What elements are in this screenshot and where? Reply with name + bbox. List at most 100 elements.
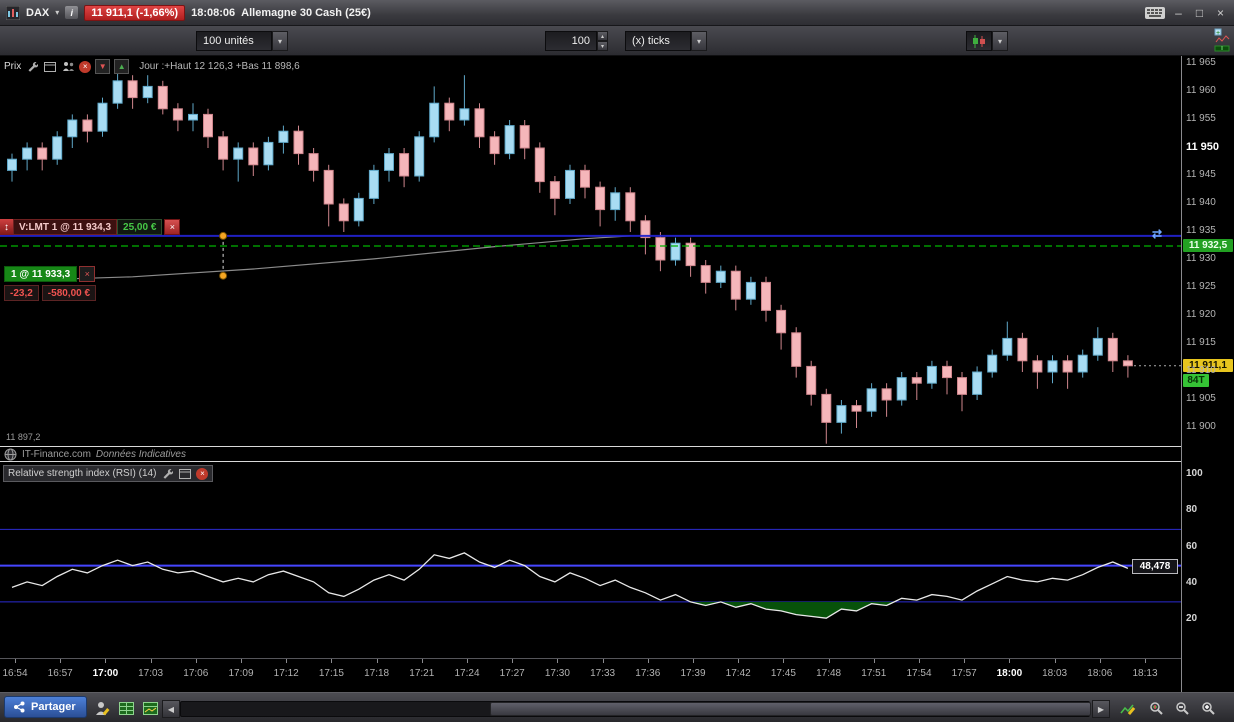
- symbol-selector[interactable]: DAX: [26, 7, 49, 19]
- share-button-label: Partager: [31, 701, 76, 713]
- sell-order-icon[interactable]: ▼: [95, 59, 111, 74]
- zoom-reset-button[interactable]: [1146, 698, 1166, 718]
- price-tick-label: 11 955: [1186, 113, 1216, 124]
- wrench-icon[interactable]: [25, 60, 39, 73]
- order-label[interactable]: V:LMT 1 @ 11 934,3: [13, 219, 118, 235]
- chart-style-dropdown-icon[interactable]: ▾: [992, 31, 1008, 51]
- time-tick: [1099, 659, 1101, 663]
- share-button[interactable]: Partager: [4, 696, 87, 718]
- time-tick: [150, 659, 152, 663]
- orders-table-button[interactable]: [116, 698, 136, 718]
- interval-type-select[interactable]: (x) ticks: [625, 31, 691, 51]
- draw-chart-button[interactable]: [1118, 698, 1138, 718]
- time-tick-label: 17:54: [906, 668, 932, 679]
- watermark-note: Données Indicatives: [95, 449, 186, 460]
- bottom-toolbar: Partager ◀ ▶: [0, 692, 1234, 722]
- pnl-amount: -580,00 €: [41, 285, 97, 301]
- close-pane-icon[interactable]: ×: [79, 60, 92, 73]
- price-tick-label: 11 950: [1186, 141, 1220, 153]
- time-tick-label: 18:00: [996, 668, 1023, 679]
- time-tick: [15, 659, 16, 663]
- pane-window-icon[interactable]: [43, 60, 57, 73]
- close-position-button[interactable]: ×: [79, 266, 96, 282]
- rsi-tick-label: 60: [1186, 540, 1198, 552]
- time-tick: [105, 659, 107, 663]
- scroll-left-button[interactable]: ◀: [162, 700, 180, 718]
- time-axis[interactable]: 16:54 16:57 17:00 17:03 17:06 17:09 17:12 17:15…: [0, 658, 1181, 692]
- magnifier-arrows-icon: [1149, 701, 1163, 715]
- rsi-tick-label: 20: [1186, 613, 1198, 624]
- time-tick-label: 17:15: [318, 668, 344, 679]
- units-dropdown-icon[interactable]: ▾: [272, 31, 288, 51]
- zoom-in-button[interactable]: [1198, 698, 1218, 718]
- positions-table-button[interactable]: [140, 698, 160, 718]
- order-line-marker-icon[interactable]: ⇄: [1152, 227, 1162, 241]
- scroll-right-button[interactable]: ▶: [1092, 700, 1110, 718]
- rsi-value-badge: 48,478: [1132, 559, 1178, 575]
- time-tick-label: 17:27: [499, 668, 525, 679]
- time-tick-label: 17:30: [544, 668, 570, 679]
- price-tick-label: 11 965: [1186, 57, 1216, 68]
- cancel-order-button[interactable]: ×: [164, 219, 181, 235]
- rsi-window-icon[interactable]: [178, 467, 192, 480]
- interval-value-input[interactable]: 100: [545, 31, 597, 51]
- chart-window-icon: [6, 5, 20, 20]
- price-tick-label: 11 920: [1186, 309, 1216, 320]
- price-pane-header: Prix × ▼ ▲ Jour :+Haut 12 126,3 +Bas 11 …: [4, 59, 300, 74]
- magnifier-plus-icon: [1201, 701, 1215, 715]
- stepper-up-icon[interactable]: ▴: [597, 31, 608, 41]
- time-tick-label: 17:39: [680, 668, 706, 679]
- position-price-badge: 11 932,5: [1183, 239, 1233, 252]
- price-change-badge: 11 911,1 (-1,66%): [84, 4, 186, 21]
- time-tick-label: 17:21: [409, 668, 435, 679]
- price-axis[interactable]: 11 911,1 84T 11 932,5 11 965 11 960 11 955…: [1181, 56, 1234, 692]
- minimize-button[interactable]: –: [1171, 0, 1186, 26]
- time-tick: [919, 659, 920, 663]
- time-tick: [331, 659, 333, 663]
- price-tick-label: 11 940: [1186, 197, 1216, 208]
- scrollbar-thumb[interactable]: [489, 702, 1091, 716]
- table-chart-icon: [142, 701, 158, 715]
- time-tick: [1009, 659, 1011, 663]
- time-tick-label: 17:09: [228, 668, 254, 679]
- time-tick: [964, 659, 966, 663]
- position-tag: 1 @ 11 933,3 ×: [4, 266, 96, 282]
- mini-indicator-button[interactable]: + ll: [1214, 28, 1230, 52]
- order-drag-grip-icon[interactable]: ↕: [0, 219, 13, 235]
- time-tick-label: 17:00: [92, 668, 119, 679]
- rsi-chart-canvas[interactable]: [0, 462, 1181, 658]
- stepper-down-icon[interactable]: ▾: [597, 41, 608, 51]
- session-low-label: 11 897,2: [6, 432, 41, 442]
- time-tick-label: 17:12: [273, 668, 299, 679]
- close-button[interactable]: ×: [1213, 0, 1228, 26]
- units-select[interactable]: 100 unités: [196, 31, 272, 51]
- traders-icon[interactable]: [61, 60, 75, 73]
- rsi-close-icon[interactable]: ×: [196, 467, 209, 480]
- chart-style-button[interactable]: [966, 31, 992, 51]
- price-tick-label: 11 930: [1186, 253, 1216, 264]
- position-label[interactable]: 1 @ 11 933,3: [4, 266, 78, 282]
- price-tick-label: 11 910: [1186, 365, 1216, 376]
- info-icon[interactable]: i: [65, 6, 79, 19]
- rsi-wrench-icon[interactable]: [160, 467, 174, 480]
- trader-profile-button[interactable]: [92, 698, 112, 718]
- interval-type-dropdown-icon[interactable]: ▾: [691, 31, 707, 51]
- time-tick-label: 17:06: [183, 668, 209, 679]
- zoom-out-button[interactable]: [1172, 698, 1192, 718]
- price-tick-label: 11 960: [1186, 85, 1216, 96]
- maximize-button[interactable]: □: [1192, 0, 1207, 26]
- time-tick-label: 17:18: [364, 668, 390, 679]
- chart-scrollbar[interactable]: [180, 701, 1091, 717]
- time-tick: [195, 659, 197, 663]
- position-pnl-row: -23,2 -580,00 €: [4, 285, 99, 301]
- time-tick-label: 17:36: [635, 668, 661, 679]
- time-tick-label: 17:57: [951, 668, 977, 679]
- time-tick: [557, 659, 559, 663]
- symbol-dropdown-icon[interactable]: ▾: [55, 8, 59, 17]
- interval-stepper[interactable]: ▴ ▾: [597, 31, 608, 51]
- share-icon: [14, 701, 25, 713]
- price-chart-canvas[interactable]: [0, 56, 1181, 447]
- magnifier-minus-icon: [1175, 701, 1189, 715]
- buy-order-icon[interactable]: ▲: [114, 59, 130, 74]
- keyboard-icon[interactable]: [1145, 6, 1165, 19]
